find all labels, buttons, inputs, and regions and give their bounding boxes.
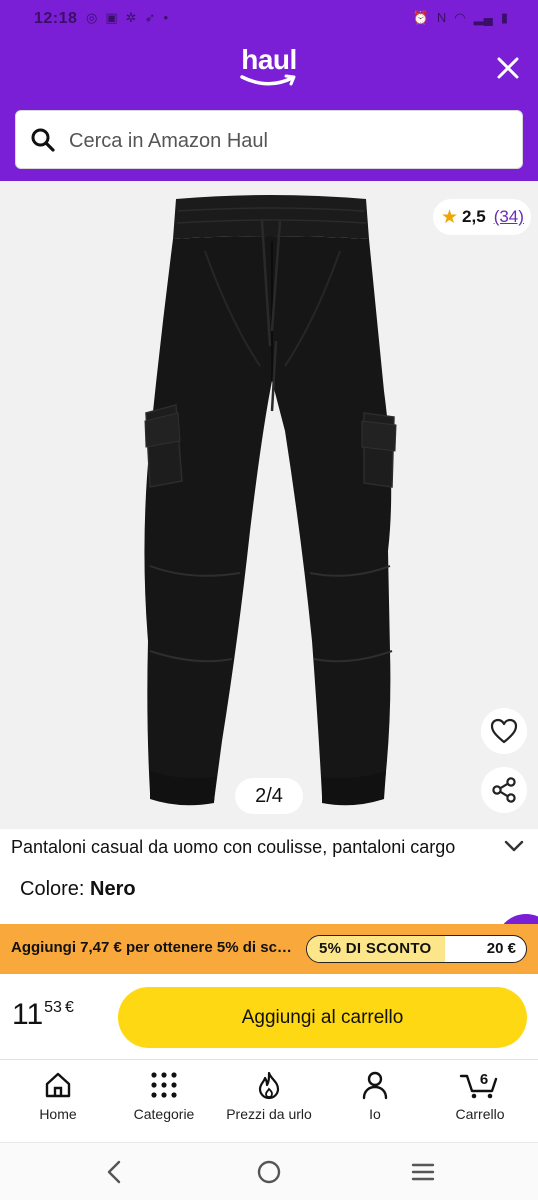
app-header: 12:18 ◎ ▣ ✲ ➶ • ⏰ N ◠ ▂▄ ▮ haul Cerca in…: [0, 0, 538, 181]
search-placeholder: Cerca in Amazon Haul: [69, 130, 268, 152]
product-title: Pantaloni casual da uomo con coulisse, p…: [11, 837, 456, 857]
price: 1153 €: [12, 998, 74, 1032]
star-icon: ★: [441, 206, 459, 228]
nav-label-cart: Carrello: [455, 1106, 505, 1122]
discount-threshold: 20 €: [486, 940, 516, 957]
price-currency: €: [64, 999, 74, 1016]
wifi-icon: ◠: [454, 10, 466, 25]
rating-value: 2,5: [462, 207, 486, 226]
system-status-icons: ⏰ N ◠ ▂▄ ▮: [413, 10, 508, 26]
app-notification-icon: ▣: [105, 10, 118, 25]
nav-label-profile: Io: [369, 1106, 381, 1122]
cart-icon: 6: [459, 1071, 498, 1099]
settings-notification-icon: ✲: [125, 10, 137, 25]
price-whole: 11: [12, 998, 44, 1031]
system-navigation-bar: [0, 1142, 538, 1200]
home-icon: [45, 1072, 71, 1098]
nav-label-deals: Prezzi da urlo: [226, 1106, 312, 1122]
add-to-cart-button[interactable]: Aggiungi al carrello: [118, 987, 527, 1048]
location-icon: ➶: [144, 10, 156, 25]
product-image-cargo-pants: [144, 195, 397, 806]
status-time: 12:18: [34, 10, 78, 27]
wishlist-button[interactable]: [481, 708, 527, 754]
heart-icon: [490, 718, 518, 744]
alarm-icon: ⏰: [412, 10, 429, 25]
color-label: Colore:: [20, 878, 85, 900]
nav-label-home: Home: [39, 1106, 77, 1122]
bottom-nav: Home Categorie Prezzi da urlo Io 6 Carre…: [0, 1060, 538, 1142]
nav-item-categories[interactable]: Categorie: [114, 1070, 214, 1122]
close-icon[interactable]: [492, 52, 524, 84]
discount-label: 5% DI SCONTO: [319, 940, 432, 957]
nav-item-home[interactable]: Home: [8, 1070, 108, 1122]
rating-count-link[interactable]: (34): [494, 207, 524, 227]
back-icon[interactable]: [103, 1159, 127, 1185]
color-selection: Colore: Nero: [20, 878, 136, 901]
recents-icon[interactable]: [410, 1159, 436, 1185]
battery-icon: ▮: [500, 10, 508, 25]
product-image-gallery[interactable]: [0, 181, 538, 829]
color-value: Nero: [90, 878, 136, 900]
nav-item-cart[interactable]: 6 Carrello: [430, 1070, 530, 1122]
discount-progress: 5% DI SCONTO 20 €: [306, 935, 527, 963]
logo-text: haul: [241, 44, 297, 75]
product-title-row[interactable]: Pantaloni casual da uomo con coulisse, p…: [0, 829, 538, 869]
notification-icons: ◎ ▣ ✲ ➶ •: [86, 10, 168, 26]
flame-icon: [258, 1071, 280, 1100]
nav-item-profile[interactable]: Io: [325, 1070, 425, 1122]
search-bar[interactable]: Cerca in Amazon Haul: [15, 110, 523, 169]
search-icon: [31, 128, 55, 152]
share-button[interactable]: [481, 767, 527, 813]
status-bar: 12:18 ◎ ▣ ✲ ➶ • ⏰ N ◠ ▂▄ ▮: [0, 0, 538, 38]
grid-icon: [151, 1072, 177, 1098]
image-pager: 2/4: [235, 778, 303, 814]
haul-logo: haul: [0, 44, 538, 86]
signal-icon: ▂▄: [473, 10, 493, 25]
nav-item-deals[interactable]: Prezzi da urlo: [219, 1070, 319, 1122]
nav-label-categories: Categorie: [133, 1106, 195, 1122]
discount-message: Aggiungi 7,47 € per ottenere 5% di scont…: [11, 939, 296, 956]
smile-arrow-icon: [240, 74, 296, 86]
home-system-icon[interactable]: [256, 1159, 282, 1185]
share-icon: [492, 777, 516, 803]
person-icon: [362, 1071, 388, 1100]
dot-icon: •: [163, 10, 169, 25]
instagram-icon: ◎: [86, 10, 98, 25]
rating-badge[interactable]: ★ 2,5 (34): [433, 199, 531, 235]
price-cents: 53: [44, 999, 62, 1016]
cart-count: 6: [480, 1071, 488, 1088]
nfc-icon: N: [436, 10, 447, 25]
chevron-down-icon[interactable]: [503, 839, 525, 853]
discount-banner[interactable]: Aggiungi 7,47 € per ottenere 5% di scont…: [0, 924, 538, 974]
